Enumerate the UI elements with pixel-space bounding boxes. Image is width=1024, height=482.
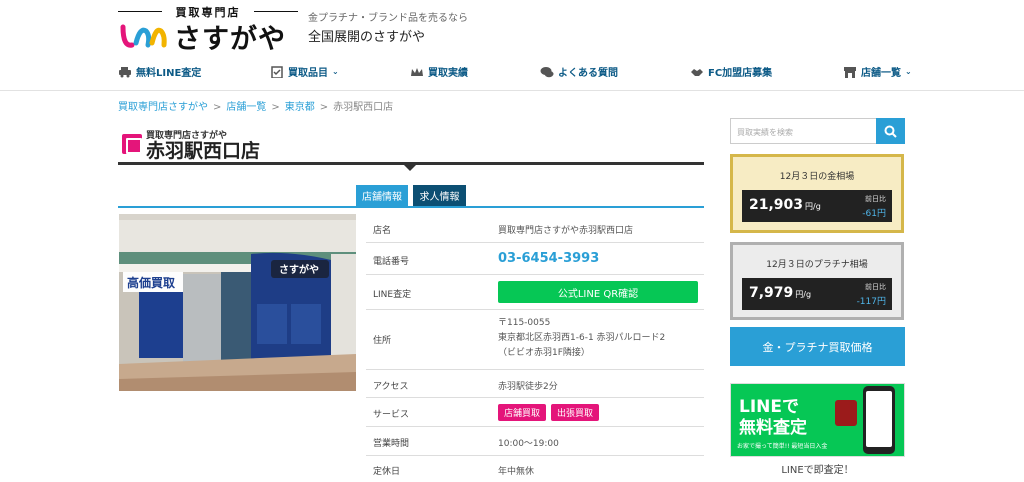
clipboard-icon bbox=[271, 65, 283, 78]
info-row-address: 住所 〒115-0055 東京都北区赤羽西1-6-1 赤羽パルロード2 （ビビオ… bbox=[366, 310, 704, 370]
address-line1: 東京都北区赤羽西1-6-1 赤羽パルロード2 bbox=[498, 333, 666, 343]
nav-item-line[interactable]: 無料LINE査定 bbox=[118, 64, 201, 79]
line-banner-subtitle: 無料査定 bbox=[739, 418, 807, 438]
car-icon bbox=[119, 66, 131, 77]
gold-price-unit: 円/g bbox=[805, 202, 821, 211]
info-value: 赤羽駅徒歩2分 bbox=[498, 382, 558, 392]
nav-item-items[interactable]: 買取品目 ⌄ bbox=[270, 64, 339, 79]
site-header: 買取専門店 さすがや 金プラチナ・ブランド品を売るなら 全国展開のさすがや 無料… bbox=[0, 0, 1024, 91]
nav-item-label: FC加盟店募集 bbox=[708, 68, 773, 79]
search-icon bbox=[884, 125, 897, 138]
nav-item-label: 買取実績 bbox=[428, 68, 468, 79]
gold-price-card: 12月３日の金相場 21,903 円/g 前日比 -61円 bbox=[730, 154, 904, 233]
photo-sign-text: さすがや bbox=[279, 263, 319, 276]
search-button[interactable] bbox=[876, 118, 905, 144]
address-value: 〒115-0055 東京都北区赤羽西1-6-1 赤羽パルロード2 （ビビオ赤羽1… bbox=[498, 316, 665, 361]
info-key: 店名 bbox=[373, 226, 392, 236]
platinum-price-heading: 12月３日のプラチナ相場 bbox=[766, 260, 868, 270]
info-value: 10:00～19:00 bbox=[498, 439, 559, 449]
line-banner-note: お家で撮って簡単!! 最短当日入金 bbox=[737, 443, 828, 450]
header-tagline-main: 全国展開のさすがや bbox=[308, 30, 426, 45]
logo-text: さすがや bbox=[174, 24, 286, 55]
gold-diff-value: -61円 bbox=[862, 209, 886, 219]
gold-price-value: 21,903 円/g bbox=[749, 197, 821, 213]
tab-divider bbox=[118, 206, 704, 208]
phone-link[interactable]: 03-6454-3993 bbox=[498, 251, 599, 266]
nav-item-fc[interactable]: FC加盟店募集 bbox=[690, 64, 772, 79]
gold-price-heading: 12月３日の金相場 bbox=[779, 172, 855, 182]
service-badge: 店舗買取 bbox=[498, 404, 547, 421]
line-banner-caption[interactable]: LINEで即査定！ bbox=[730, 461, 905, 476]
tab-store-info[interactable]: 店舗情報 bbox=[356, 185, 408, 206]
breadcrumb-link-home[interactable]: 買取専門店さすがや bbox=[118, 102, 208, 113]
tab-job-info[interactable]: 求人情報 bbox=[413, 185, 466, 206]
line-qr-button[interactable]: 公式LINE QR確認 bbox=[498, 281, 698, 303]
crown-icon bbox=[411, 67, 423, 76]
address-line2: （ビビオ赤羽1F隣接） bbox=[498, 348, 590, 358]
info-row-line: LINE査定 公式LINE QR確認 bbox=[366, 275, 704, 310]
info-key: 定休日 bbox=[373, 467, 401, 477]
page-title: 赤羽駅西口店 bbox=[146, 140, 261, 162]
header-tagline: 金プラチナ・ブランド品を売るなら bbox=[308, 13, 468, 24]
info-row-access: アクセス 赤羽駅徒歩2分 bbox=[366, 370, 704, 398]
info-key: 電話番号 bbox=[373, 257, 410, 267]
info-row-tel: 電話番号 03-6454-3993 bbox=[366, 243, 704, 275]
info-key: 住所 bbox=[373, 336, 392, 346]
site-logo[interactable]: 買取専門店 さすがや bbox=[118, 4, 298, 55]
nav-item-faq[interactable]: よくある質問 bbox=[540, 64, 618, 79]
platinum-price-panel: 7,979 円/g 前日比 -117円 bbox=[742, 278, 892, 310]
platinum-price-unit: 円/g bbox=[795, 290, 812, 299]
chevron-down-icon: ⌄ bbox=[332, 67, 339, 76]
chat-icon bbox=[540, 66, 554, 77]
logo-mark-icon bbox=[120, 24, 167, 48]
nav-item-label: 買取品目 bbox=[288, 68, 328, 79]
info-key: サービス bbox=[373, 410, 410, 420]
photo-banner-text: 高価買取 bbox=[127, 275, 175, 290]
gold-price-panel: 21,903 円/g 前日比 -61円 bbox=[742, 190, 892, 222]
gold-prev-label: 前日比 bbox=[865, 195, 886, 203]
platinum-diff-value: -117円 bbox=[856, 297, 886, 307]
info-row-holiday: 定休日 年中無休 bbox=[366, 456, 704, 482]
platinum-price-value: 7,979 円/g bbox=[749, 285, 811, 301]
handshake-icon bbox=[691, 68, 703, 76]
store-photo: 高価買取 さすがや bbox=[119, 214, 356, 391]
breadcrumb-link-stores[interactable]: 店舗一覧 bbox=[226, 102, 266, 113]
line-assessment-banner[interactable]: LINEで 無料査定 お家で撮って簡単!! 最短当日入金 bbox=[730, 383, 905, 457]
search-input[interactable]: 買取実績を検索 bbox=[730, 118, 876, 144]
store-badge-icon bbox=[122, 134, 142, 154]
nav-item-results[interactable]: 買取実績 bbox=[410, 64, 468, 79]
breadcrumb-link-tokyo[interactable]: 東京都 bbox=[285, 102, 315, 113]
service-badges: 店舗買取 出張買取 bbox=[498, 404, 604, 421]
handbag-icon bbox=[835, 400, 857, 426]
info-key: 営業時間 bbox=[373, 439, 410, 449]
nav-item-label: 無料LINE査定 bbox=[136, 68, 202, 79]
gold-price-number: 21,903 bbox=[749, 197, 804, 213]
smartphone-icon bbox=[863, 386, 895, 454]
store-photo-image: 高価買取 さすがや bbox=[119, 214, 356, 391]
service-badge: 出張買取 bbox=[551, 404, 600, 421]
info-key: LINE査定 bbox=[373, 290, 412, 300]
info-row-name: 店名 買取専門店さすがや赤羽駅西口店 bbox=[366, 212, 704, 243]
platinum-price-card: 12月３日のプラチナ相場 7,979 円/g 前日比 -117円 bbox=[730, 242, 904, 320]
global-nav: 無料LINE査定 買取品目 ⌄ 買取実績 よくある質問 FC加盟店募集 店舗一覧… bbox=[118, 64, 912, 82]
chevron-down-icon: ⌄ bbox=[905, 67, 912, 76]
info-row-hours: 営業時間 10:00～19:00 bbox=[366, 427, 704, 456]
gold-platinum-price-button[interactable]: 金・プラチナ買取価格 bbox=[730, 327, 905, 366]
title-divider-arrow bbox=[404, 165, 416, 171]
breadcrumb-current: 赤羽駅西口店 bbox=[333, 102, 394, 113]
nav-item-stores[interactable]: 店舗一覧 ⌄ bbox=[843, 64, 912, 79]
address-zip: 〒115-0055 bbox=[498, 318, 551, 328]
info-value: 買取専門店さすがや赤羽駅西口店 bbox=[498, 226, 634, 236]
platinum-price-number: 7,979 bbox=[749, 285, 794, 301]
info-value: 年中無休 bbox=[498, 467, 535, 477]
platinum-prev-label: 前日比 bbox=[865, 283, 886, 291]
store-info-table: 店名 買取専門店さすがや赤羽駅西口店 電話番号 03-6454-3993 LIN… bbox=[366, 212, 704, 482]
info-key: アクセス bbox=[373, 382, 409, 392]
breadcrumb: 買取専門店さすがや > 店舗一覧 > 東京都 > 赤羽駅西口店 bbox=[118, 102, 394, 113]
info-row-service: サービス 店舗買取 出張買取 bbox=[366, 398, 704, 427]
store-icon bbox=[844, 66, 856, 78]
nav-item-label: 店舗一覧 bbox=[861, 68, 901, 79]
nav-item-label: よくある質問 bbox=[558, 68, 618, 79]
